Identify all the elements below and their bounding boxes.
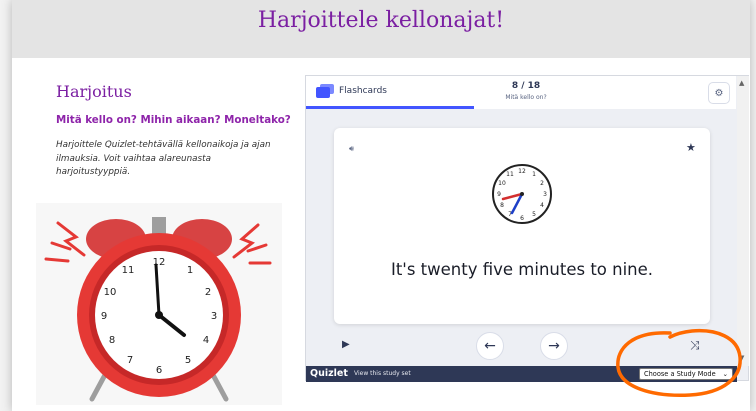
svg-text:6: 6 <box>520 215 524 222</box>
svg-text:6: 6 <box>156 365 162 376</box>
svg-text:1: 1 <box>187 265 193 276</box>
mode-tab-flashcards[interactable]: Flashcards <box>339 86 387 96</box>
svg-text:10: 10 <box>104 287 117 298</box>
section-subtitle: Mitä kello on? Mihin aikaan? Moneltako? <box>56 114 291 126</box>
svg-text:4: 4 <box>540 202 544 209</box>
svg-text:7: 7 <box>127 355 133 366</box>
quizlet-logo[interactable]: Quizlet <box>310 368 348 379</box>
svg-text:2: 2 <box>205 287 211 298</box>
settings-button[interactable]: ⚙ <box>708 82 730 104</box>
study-mode-label: Choose a Study Mode <box>644 370 716 378</box>
page-header: Harjoittele kellonajat! <box>12 0 750 58</box>
arrow-right-icon: → <box>548 338 560 354</box>
exercise-intro: Harjoitus Mitä kello on? Mihin aikaan? M… <box>56 82 291 180</box>
svg-text:2: 2 <box>540 180 544 187</box>
svg-text:5: 5 <box>185 355 191 366</box>
page: Harjoittele kellonajat! Harjoitus Mitä k… <box>12 0 750 411</box>
play-icon[interactable]: ▶ <box>342 339 350 350</box>
scroll-down-icon[interactable]: ▼ <box>739 354 744 362</box>
chevron-down-icon: ⌄ <box>722 370 728 378</box>
flashcard[interactable]: 🔊︎ ★ 12 1 2 3 4 5 6 7 8 9 10 11 It's twe… <box>334 128 710 324</box>
svg-text:9: 9 <box>497 191 501 198</box>
svg-text:11: 11 <box>506 171 514 178</box>
speaker-icon[interactable]: 🔊︎ <box>349 144 354 154</box>
section-description: Harjoittele Quizlet-tehtävällä kellonaik… <box>56 140 271 178</box>
svg-text:10: 10 <box>498 180 506 187</box>
svg-text:12: 12 <box>153 257 166 268</box>
embed-toolbar: Flashcards 8 / 18 Mitä kello on? ⚙ <box>306 76 736 109</box>
section-title: Harjoitus <box>56 82 132 101</box>
svg-text:11: 11 <box>122 265 135 276</box>
svg-text:8: 8 <box>500 202 504 209</box>
card-counter: 8 / 18 <box>511 81 541 91</box>
svg-text:12: 12 <box>518 168 526 175</box>
svg-text:8: 8 <box>109 335 115 346</box>
clock-illustration: 12 1 2 3 4 5 6 7 8 9 10 11 <box>492 164 552 224</box>
flashcard-text: It's twenty five minutes to nine. <box>390 260 654 279</box>
svg-text:5: 5 <box>532 211 536 218</box>
embed-scrollbar[interactable]: ▲ ▼ <box>737 76 749 366</box>
active-tab-indicator <box>306 106 474 109</box>
flashcards-icon <box>316 84 334 98</box>
embed-footer: Quizlet View this study set Choose a Stu… <box>306 366 737 382</box>
set-title: Mitä kello on? <box>505 94 547 101</box>
gear-icon: ⚙ <box>714 87 724 99</box>
svg-text:1: 1 <box>532 171 536 178</box>
shuffle-icon[interactable]: ⤨ <box>690 338 700 353</box>
svg-text:3: 3 <box>543 191 547 198</box>
svg-text:3: 3 <box>211 311 217 322</box>
view-study-set-link[interactable]: View this study set <box>354 370 411 377</box>
arrow-left-icon: ← <box>484 338 496 354</box>
next-card-button[interactable]: → <box>540 332 568 360</box>
study-mode-select[interactable]: Choose a Study Mode ⌄ <box>639 368 733 380</box>
star-icon[interactable]: ★ <box>686 141 696 154</box>
previous-card-button[interactable]: ← <box>476 332 504 360</box>
page-title: Harjoittele kellonajat! <box>257 8 505 33</box>
scroll-up-icon[interactable]: ▲ <box>739 79 744 87</box>
svg-text:9: 9 <box>101 311 107 322</box>
alarm-clock-image: 12 1 2 3 4 5 6 7 8 9 10 11 <box>36 203 282 405</box>
quizlet-embed: Flashcards 8 / 18 Mitä kello on? ⚙ ▲ ▼ 🔊… <box>305 75 749 382</box>
svg-text:4: 4 <box>203 335 209 346</box>
